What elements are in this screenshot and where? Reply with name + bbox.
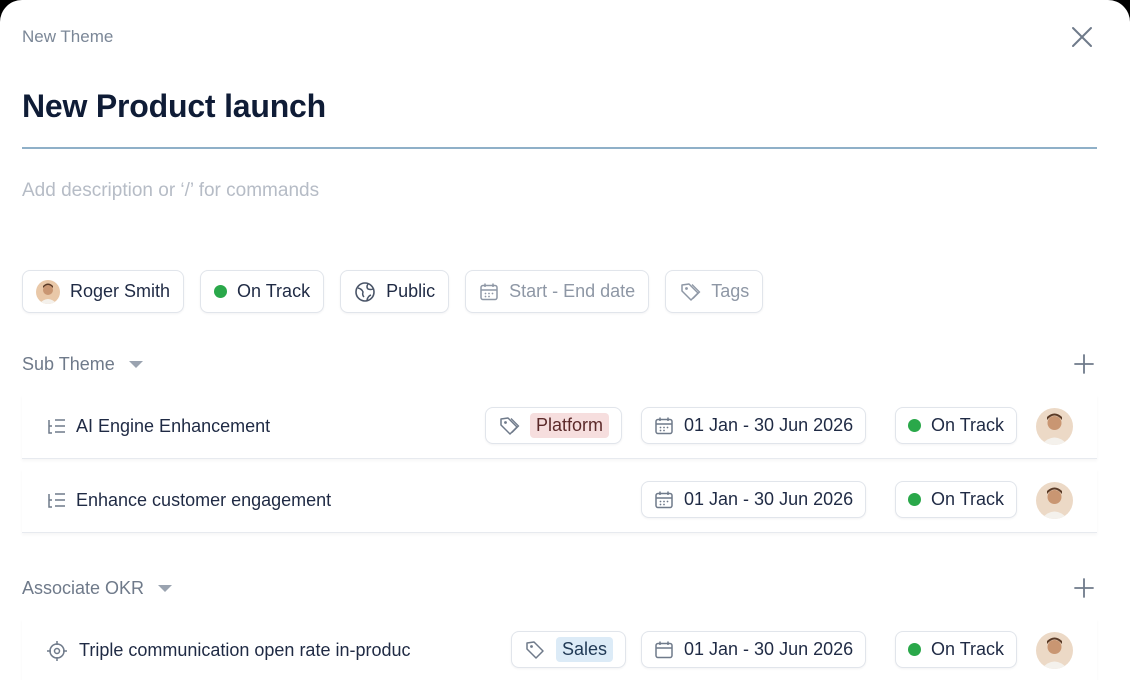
list-tree-icon: [48, 419, 65, 434]
status-dot-icon: [908, 643, 921, 656]
status-pill[interactable]: On Track: [895, 631, 1018, 668]
new-theme-modal: New Theme New Product launch Add descrip…: [0, 0, 1130, 680]
sub-theme-name: AI Engine Enhancement: [76, 416, 271, 436]
avatar[interactable]: [1036, 482, 1073, 519]
chevron-down-icon[interactable]: [158, 584, 173, 592]
close-icon[interactable]: [1068, 23, 1096, 51]
sub-theme-name: Enhance customer engagement: [76, 490, 332, 510]
sub-theme-header: Sub Theme: [22, 349, 1097, 379]
date-pill[interactable]: 01 Jan - 30 Jun 2026: [641, 407, 867, 444]
status-dot-icon: [908, 493, 921, 506]
sub-theme-row[interactable]: Enhance customer engagement 01 Jan - 30 …: [22, 469, 1097, 533]
tag-pill[interactable]: Platform: [485, 407, 623, 444]
page-title[interactable]: New Product launch: [22, 88, 326, 125]
avatar[interactable]: [1036, 408, 1073, 445]
status-label: On Track: [931, 415, 1005, 435]
title-underline: [22, 147, 1097, 149]
description-input[interactable]: Add description or ‘/’ for commands: [22, 180, 319, 202]
sales-tag: Sales: [556, 637, 614, 662]
status-dot-icon: [908, 419, 921, 432]
status-chip[interactable]: On Track: [200, 270, 325, 313]
date-label: Start - End date: [509, 281, 636, 301]
calendar-icon: [655, 641, 673, 658]
okr-name: Triple communication open rate in-produc: [79, 640, 411, 660]
visibility-chip[interactable]: Public: [340, 270, 450, 313]
add-okr-button[interactable]: [1071, 575, 1097, 601]
tag-pill[interactable]: Sales: [511, 631, 627, 668]
breadcrumb: New Theme: [22, 27, 114, 46]
date-range: 01 Jan - 30 Jun 2026: [684, 415, 854, 435]
date-chip[interactable]: Start - End date: [465, 270, 650, 313]
okr-row[interactable]: Triple communication open rate in-produc…: [22, 619, 1097, 680]
avatar: [36, 279, 60, 304]
tag-icon: [681, 282, 701, 301]
status-dot-icon: [214, 285, 228, 298]
tags-label: Tags: [711, 281, 750, 301]
date-pill[interactable]: 01 Jan - 30 Jun 2026: [641, 481, 867, 518]
date-pill[interactable]: 01 Jan - 30 Jun 2026: [641, 631, 867, 668]
add-sub-theme-button[interactable]: [1071, 351, 1097, 377]
associate-okr-header: Associate OKR: [22, 573, 1097, 603]
globe-icon: [355, 281, 375, 302]
calendar-icon: [480, 283, 498, 300]
owner-name: Roger Smith: [70, 281, 171, 301]
avatar[interactable]: [1036, 632, 1073, 669]
sub-theme-label: Sub Theme: [22, 353, 115, 374]
list-tree-icon: [48, 493, 65, 508]
owner-chip[interactable]: Roger Smith: [22, 270, 185, 313]
sub-theme-row[interactable]: AI Engine Enhancement Platform 01 Jan - …: [22, 395, 1097, 459]
visibility-label: Public: [386, 281, 436, 301]
tags-chip[interactable]: Tags: [665, 270, 764, 313]
status-pill[interactable]: On Track: [895, 407, 1018, 444]
calendar-icon: [655, 417, 673, 434]
tag-icon: [526, 640, 544, 659]
tag-icon: [500, 416, 520, 435]
date-range: 01 Jan - 30 Jun 2026: [684, 639, 854, 659]
platform-tag: Platform: [530, 413, 610, 438]
status-label: On Track: [931, 639, 1005, 659]
status-label: On Track: [931, 489, 1005, 509]
associate-okr-label: Associate OKR: [22, 577, 145, 598]
date-range: 01 Jan - 30 Jun 2026: [684, 489, 854, 509]
target-icon: [47, 641, 67, 661]
chevron-down-icon[interactable]: [128, 360, 143, 368]
property-chips: Roger Smith On Track Public Start - End …: [22, 270, 764, 313]
status-label: On Track: [237, 281, 311, 301]
calendar-icon: [655, 491, 673, 508]
status-pill[interactable]: On Track: [895, 481, 1018, 518]
